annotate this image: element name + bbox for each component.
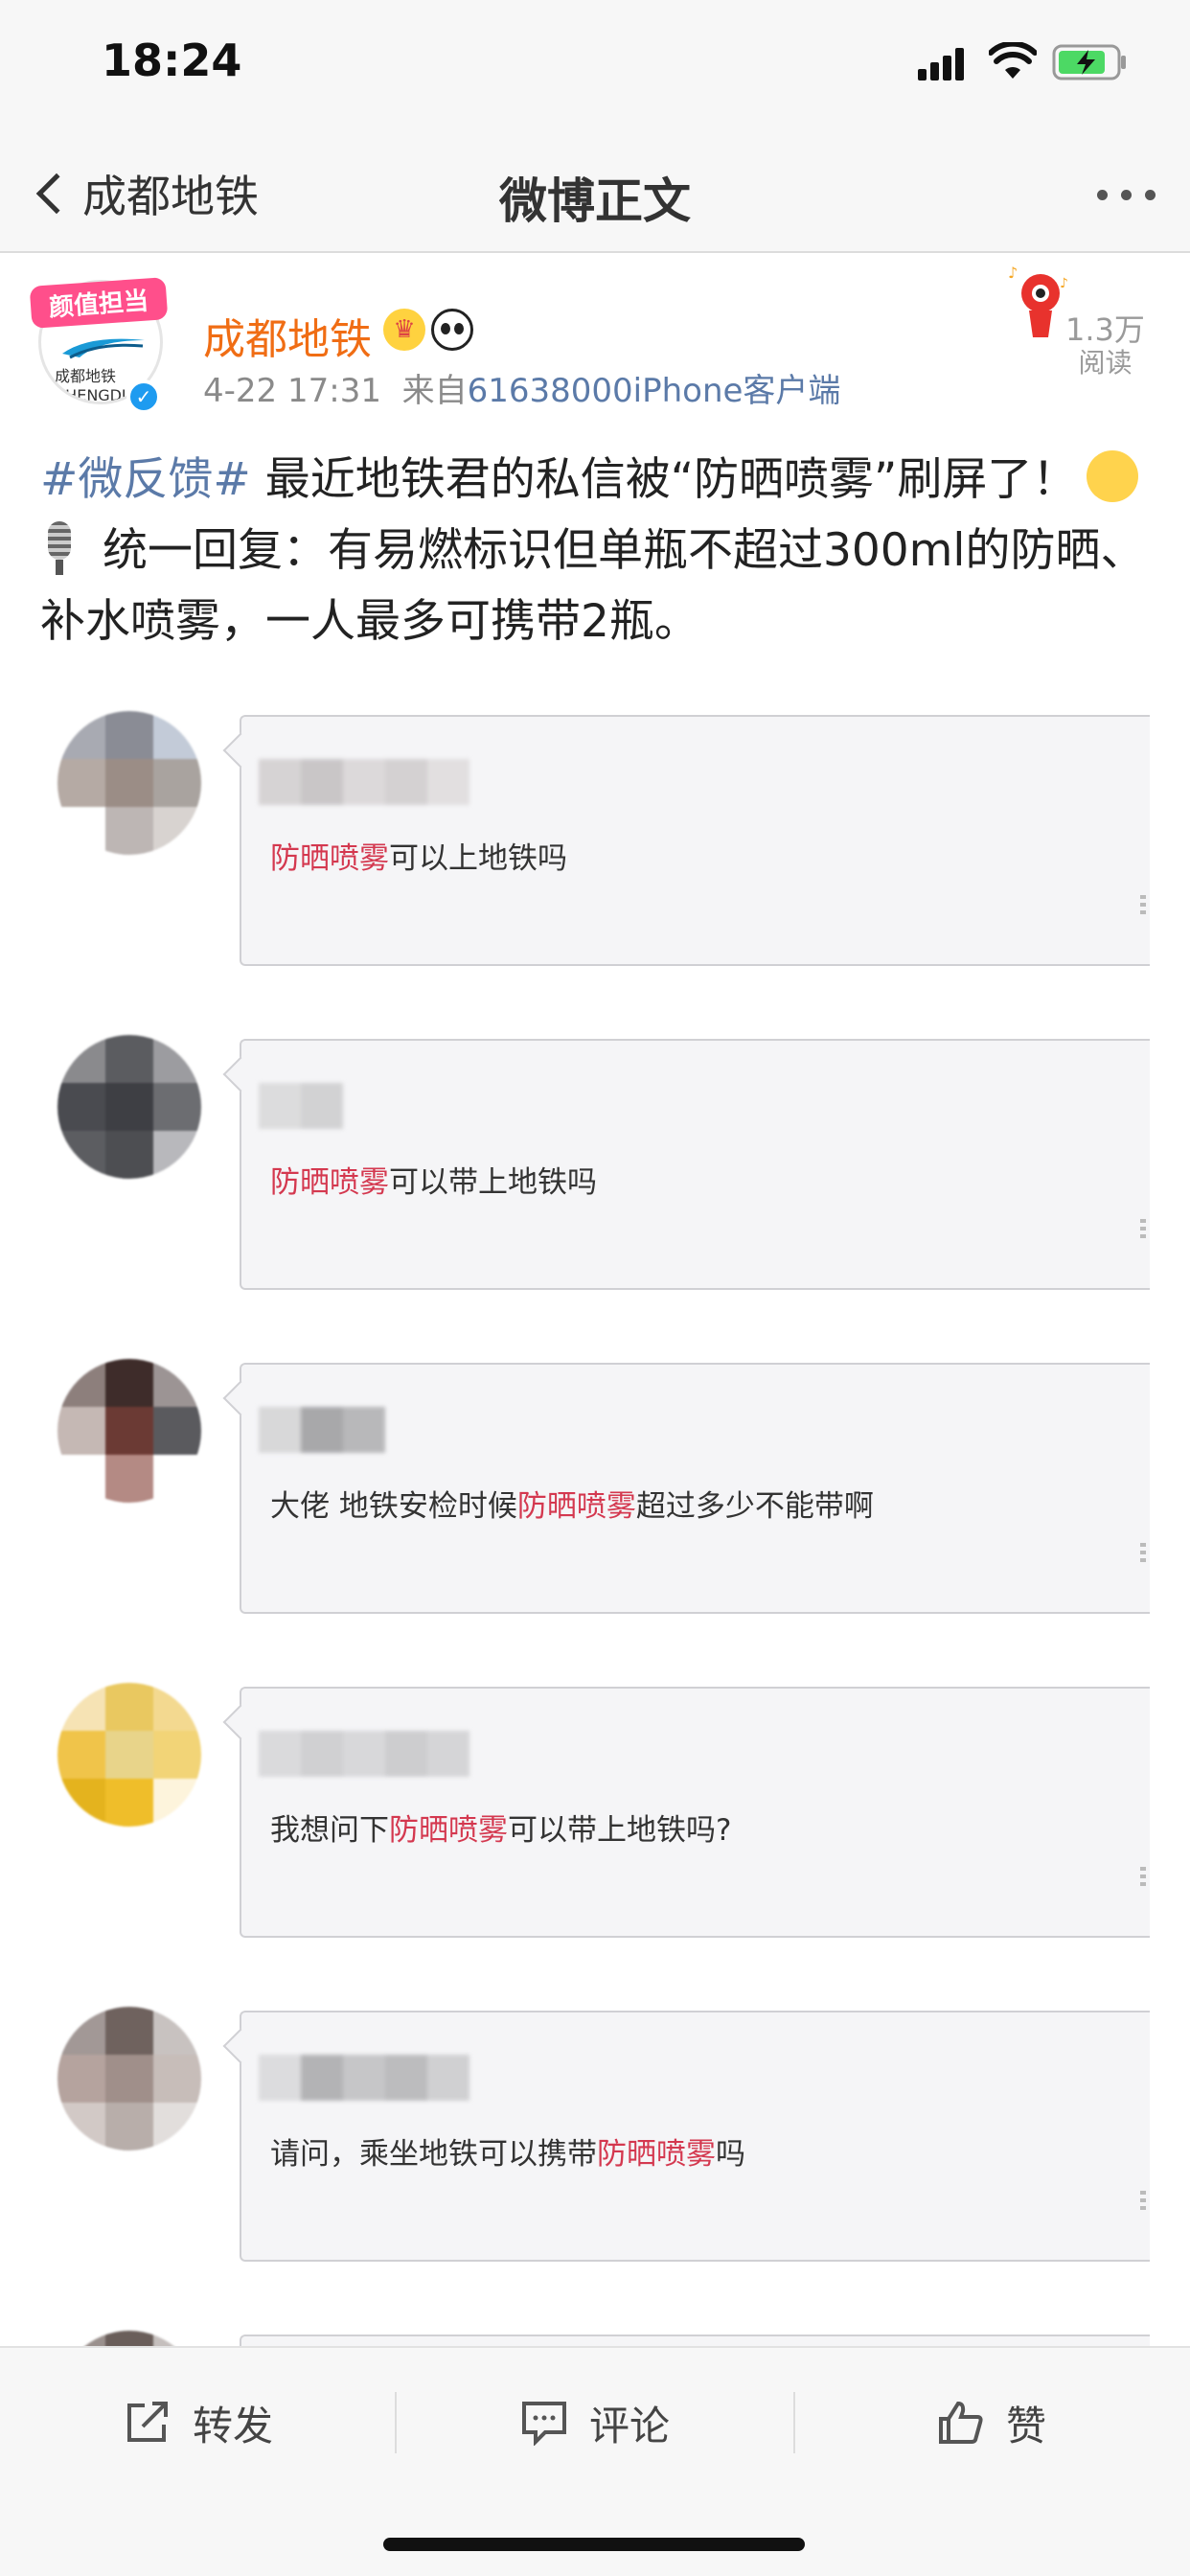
crown-icon: ♛ xyxy=(383,309,425,351)
post-text-line1: 最近地铁君的私信被“防晒喷雾”刷屏了！ xyxy=(250,453,1078,506)
battery-charging-icon xyxy=(1052,44,1126,80)
svg-text:♪: ♪ xyxy=(1060,276,1068,291)
message-card-partial xyxy=(48,2310,1150,2346)
message-text: 请问，乘坐地铁可以携带防晒喷雾吗 xyxy=(270,2137,745,2172)
mascot-icon: ♪ ♪ xyxy=(1008,264,1068,337)
message-card: 请问，乘坐地铁可以携带防晒喷雾吗 xyxy=(48,1986,1150,2273)
blurred-name xyxy=(259,1083,343,1129)
thumbs-up-icon xyxy=(938,2401,983,2444)
read-count-label: 阅读 xyxy=(1078,347,1133,379)
svg-text:♪: ♪ xyxy=(1008,264,1018,282)
message-bubble: 我想问下防晒喷雾可以带上地铁吗? xyxy=(240,1687,1150,1938)
panda-icon xyxy=(431,309,473,351)
blurred-name xyxy=(259,1407,385,1453)
blurred-avatar xyxy=(57,1359,201,1503)
read-count-value: 1.3万 xyxy=(1065,311,1145,348)
like-button[interactable]: 赞 xyxy=(793,2388,1190,2457)
repost-label: 转发 xyxy=(192,2402,273,2450)
microphone-icon xyxy=(40,521,79,575)
post-meta: 4-22 17:31 来自61638000iPhone客户端 xyxy=(203,364,840,411)
message-text: 大佬 地铁安检时候防晒喷雾超过多少不能带啊 xyxy=(270,1489,874,1524)
message-card: 防晒喷雾可以带上地铁吗 xyxy=(48,1014,1150,1301)
blurred-name xyxy=(259,2055,469,2101)
comment-label: 评论 xyxy=(588,2402,670,2450)
message-bubble: 防晒喷雾可以上地铁吗 xyxy=(240,715,1150,966)
comment-icon xyxy=(521,2402,566,2446)
message-bubble: 请问，乘坐地铁可以携带防晒喷雾吗 xyxy=(240,2011,1150,2262)
blurred-avatar xyxy=(57,711,201,855)
blurred-name xyxy=(259,759,469,805)
status-time: 18:24 xyxy=(102,34,242,86)
post-text: #微反馈# 最近地铁君的私信被“防晒喷雾”刷屏了！ 统一回复：有易燃标识但单瓶不… xyxy=(40,445,1161,657)
verified-icon: ✓ xyxy=(126,380,161,414)
message-card: 防晒喷雾可以上地铁吗 xyxy=(48,690,1150,978)
like-label: 赞 xyxy=(1005,2402,1046,2450)
message-card: 大佬 地铁安检时候防晒喷雾超过多少不能带啊 xyxy=(48,1338,1150,1625)
message-bubble: 大佬 地铁安检时候防晒喷雾超过多少不能带啊 xyxy=(240,1363,1150,1614)
navigation-bar: 成都地铁 微博正文 xyxy=(0,134,1190,253)
blurred-name xyxy=(259,1731,469,1777)
cellular-signal-icon xyxy=(918,48,966,80)
home-indicator[interactable] xyxy=(383,2538,805,2551)
username[interactable]: 成都地铁 xyxy=(203,305,372,366)
hashtag-link[interactable]: #微反馈# xyxy=(40,453,251,506)
source-prefix: 来自 xyxy=(401,372,468,410)
repost-button[interactable]: 转发 xyxy=(0,2388,397,2457)
wifi-icon xyxy=(989,42,1037,79)
message-card: 我想问下防晒喷雾可以带上地铁吗? xyxy=(48,1662,1150,1949)
blurred-avatar xyxy=(57,1035,201,1179)
metro-logo xyxy=(62,338,145,359)
more-options-icon[interactable] xyxy=(1097,190,1156,200)
post-text-line2: 统一回复：有易燃标识但单瓶不超过300ml的防晒、补水喷雾，一人最多可携带2瓶。 xyxy=(40,524,1146,648)
post-date: 4-22 17:31 xyxy=(203,372,381,410)
laughing-tears-icon xyxy=(1087,450,1139,502)
comment-button[interactable]: 评论 xyxy=(397,2388,793,2457)
message-bubble: 防晒喷雾可以带上地铁吗 xyxy=(240,1039,1150,1290)
blurred-avatar xyxy=(57,2331,201,2346)
message-bubble xyxy=(240,2334,1150,2346)
blurred-avatar xyxy=(57,2007,201,2150)
read-count: 1.3万 阅读 xyxy=(1065,312,1145,380)
status-bar: 18:24 xyxy=(0,0,1190,134)
page-title: 微博正文 xyxy=(499,173,691,229)
blurred-avatar xyxy=(57,1683,201,1827)
message-text: 防晒喷雾可以带上地铁吗 xyxy=(270,1165,597,1200)
message-text: 我想问下防晒喷雾可以带上地铁吗? xyxy=(270,1813,732,1848)
message-text: 防晒喷雾可以上地铁吗 xyxy=(270,841,567,876)
post-image[interactable]: 防晒喷雾可以上地铁吗 防晒喷雾可以带上地铁吗 大佬 地铁安检时候防晒喷雾超过多少… xyxy=(0,690,1190,2346)
post-source[interactable]: 61638000iPhone客户端 xyxy=(468,372,841,410)
badge-icon: 颜值担当 xyxy=(30,277,168,329)
share-icon xyxy=(126,2402,168,2442)
